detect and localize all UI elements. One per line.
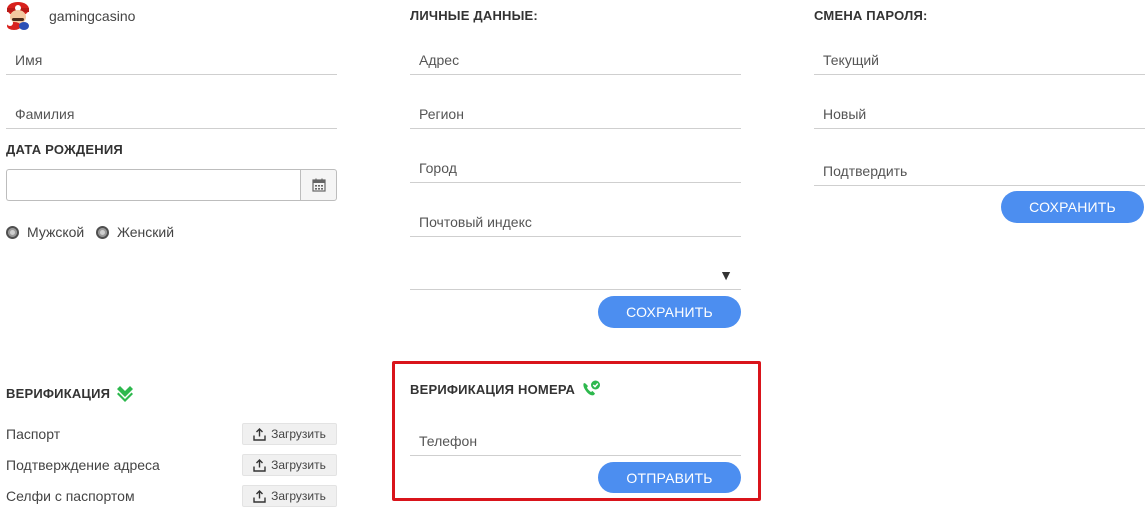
password-heading: СМЕНА ПАРОЛЯ:: [814, 8, 928, 23]
gender-radio-female[interactable]: Женский: [96, 224, 174, 240]
user-avatar: [4, 0, 32, 30]
phone-verification-heading-text: ВЕРИФИКАЦИЯ НОМЕРА: [410, 381, 576, 397]
document-row-address-proof: Подтверждение адреса Загрузить: [6, 454, 337, 476]
region-placeholder: Регион: [419, 106, 464, 122]
first-name-placeholder: Имя: [15, 52, 43, 68]
upload-icon: [253, 458, 266, 472]
city-placeholder: Город: [419, 160, 457, 176]
upload-icon: [253, 427, 266, 441]
calendar-icon: [311, 178, 326, 192]
document-row-passport: Паспорт Загрузить: [6, 423, 337, 445]
gender-radio-male[interactable]: Мужской: [6, 224, 84, 240]
confirm-password-field[interactable]: Подтвердить: [814, 158, 1145, 186]
verification-heading: ВЕРИФИКАЦИЯ: [6, 384, 135, 402]
gender-label-female: Женский: [117, 224, 175, 240]
new-password-field[interactable]: Новый: [814, 101, 1145, 129]
address-placeholder: Адрес: [419, 52, 460, 68]
upload-label: Загрузить: [271, 427, 326, 441]
last-name-placeholder: Фамилия: [15, 106, 75, 122]
postal-code-placeholder: Почтовый индекс: [419, 214, 532, 230]
country-select[interactable]: ▼: [410, 262, 741, 290]
city-field[interactable]: Город: [410, 155, 741, 183]
confirm-password-placeholder: Подтвердить: [823, 163, 908, 179]
current-password-placeholder: Текущий: [823, 52, 879, 68]
save-personal-button[interactable]: СОХРАНИТЬ: [598, 296, 741, 328]
postal-code-field[interactable]: Почтовый индекс: [410, 209, 741, 237]
current-password-field[interactable]: Текущий: [814, 47, 1145, 75]
birthdate-heading: ДАТА РОЖДЕНИЯ: [6, 142, 123, 157]
phone-field[interactable]: Телефон: [410, 428, 741, 456]
username: gamingcasino: [49, 8, 136, 24]
address-field[interactable]: Адрес: [410, 47, 741, 75]
phone-verified-icon: [583, 380, 601, 396]
upload-icon: [253, 489, 266, 503]
phone-placeholder: Телефон: [419, 433, 478, 449]
personal-data-heading: ЛИЧНЫЕ ДАННЫЕ:: [410, 8, 538, 23]
first-name-field[interactable]: Имя: [6, 47, 337, 75]
new-password-placeholder: Новый: [823, 106, 867, 122]
radio-circle: [6, 225, 19, 239]
phone-verification-heading: ВЕРИФИКАЦИЯ НОМЕРА: [410, 380, 601, 398]
send-phone-button[interactable]: ОТПРАВИТЬ: [598, 462, 741, 493]
upload-address-proof-button[interactable]: Загрузить: [242, 454, 337, 476]
upload-label: Загрузить: [271, 458, 326, 472]
upload-label: Загрузить: [271, 489, 326, 503]
radio-circle: [96, 225, 109, 239]
dropdown-arrow-icon: ▼: [719, 267, 733, 283]
document-label-selfie: Селфи с паспортом: [6, 488, 135, 504]
document-label-passport: Паспорт: [6, 426, 61, 442]
upload-passport-button[interactable]: Загрузить: [242, 423, 337, 445]
verification-heading-text: ВЕРИФИКАЦИЯ: [6, 385, 111, 401]
last-name-field[interactable]: Фамилия: [6, 101, 337, 129]
double-check-icon: [117, 386, 134, 402]
region-field[interactable]: Регион: [410, 101, 741, 129]
birthdate-input[interactable]: [6, 169, 301, 201]
save-password-button[interactable]: СОХРАНИТЬ: [1001, 191, 1144, 223]
gender-label-male: Мужской: [27, 224, 85, 240]
calendar-button[interactable]: [300, 169, 337, 201]
document-label-address-proof: Подтверждение адреса: [6, 457, 160, 473]
